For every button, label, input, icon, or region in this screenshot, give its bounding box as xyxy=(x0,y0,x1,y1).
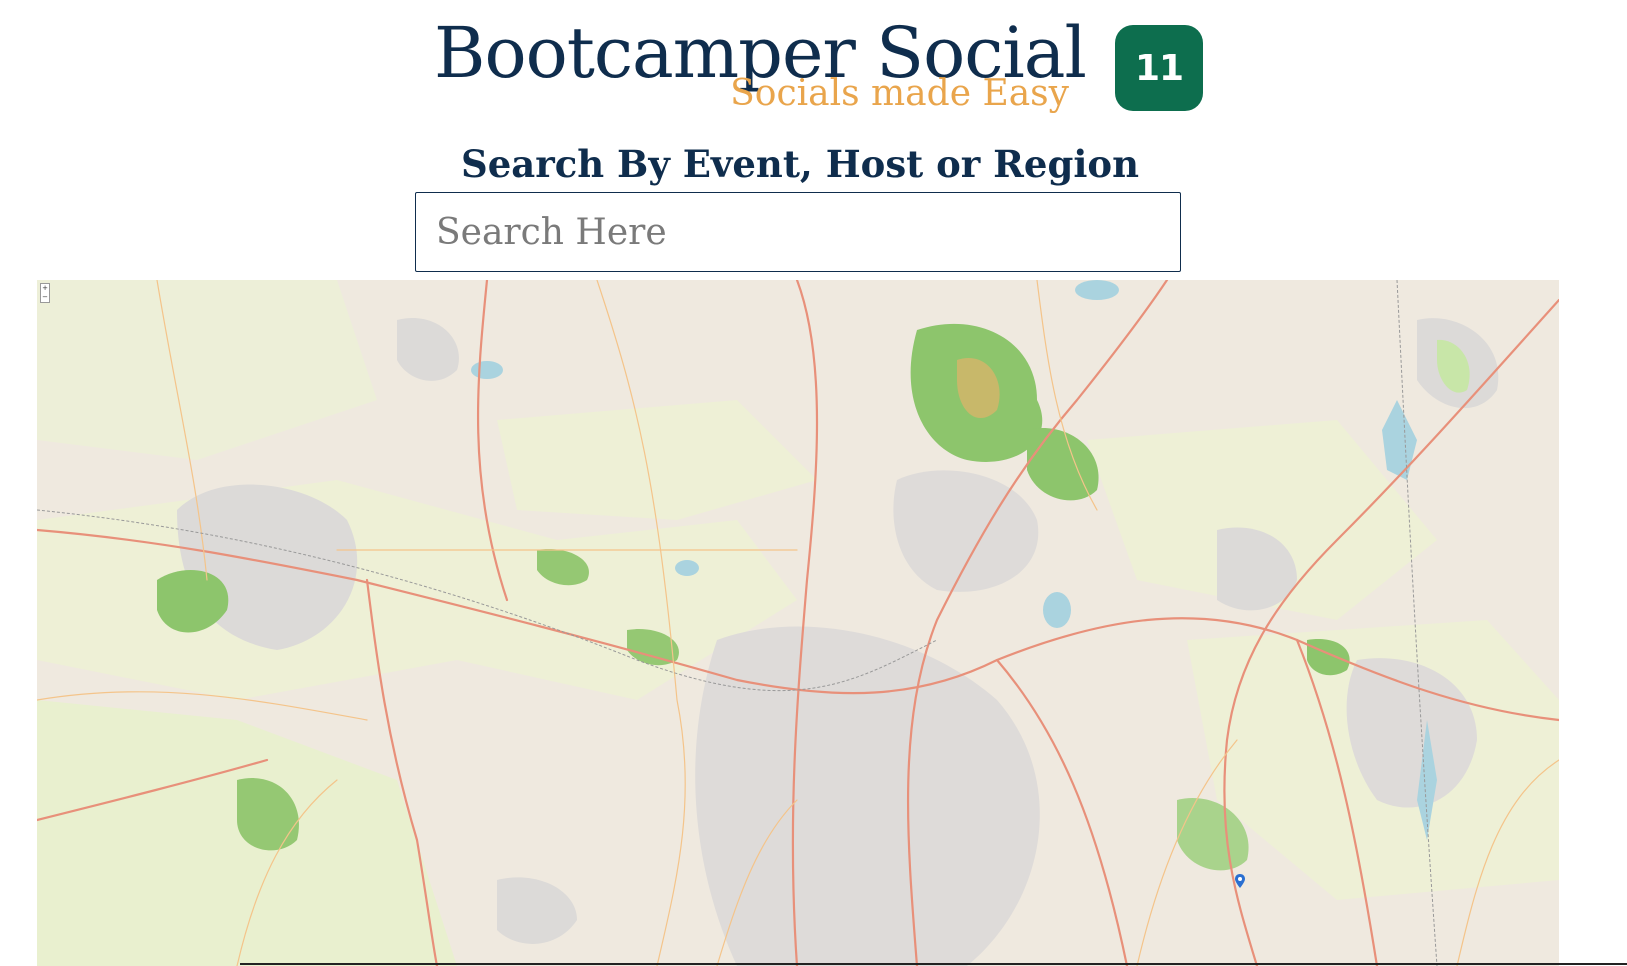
zoom-in-button[interactable]: + xyxy=(41,284,49,293)
search-input[interactable] xyxy=(415,192,1181,272)
notification-count-badge[interactable]: 11 xyxy=(1115,25,1203,111)
site-tagline: Socials made Easy xyxy=(730,73,1069,114)
map-bottom-border xyxy=(240,963,1627,965)
search-heading: Search By Event, Host or Region xyxy=(461,142,1139,186)
map-tiles xyxy=(37,280,1559,966)
site-header: Bootcamper Social Socials made Easy 11 xyxy=(0,0,1627,130)
map-zoom-control[interactable]: + − xyxy=(40,283,50,303)
map-pin-icon[interactable] xyxy=(1235,874,1245,888)
map-view[interactable]: + − xyxy=(37,280,1559,966)
zoom-out-button[interactable]: − xyxy=(41,293,49,302)
